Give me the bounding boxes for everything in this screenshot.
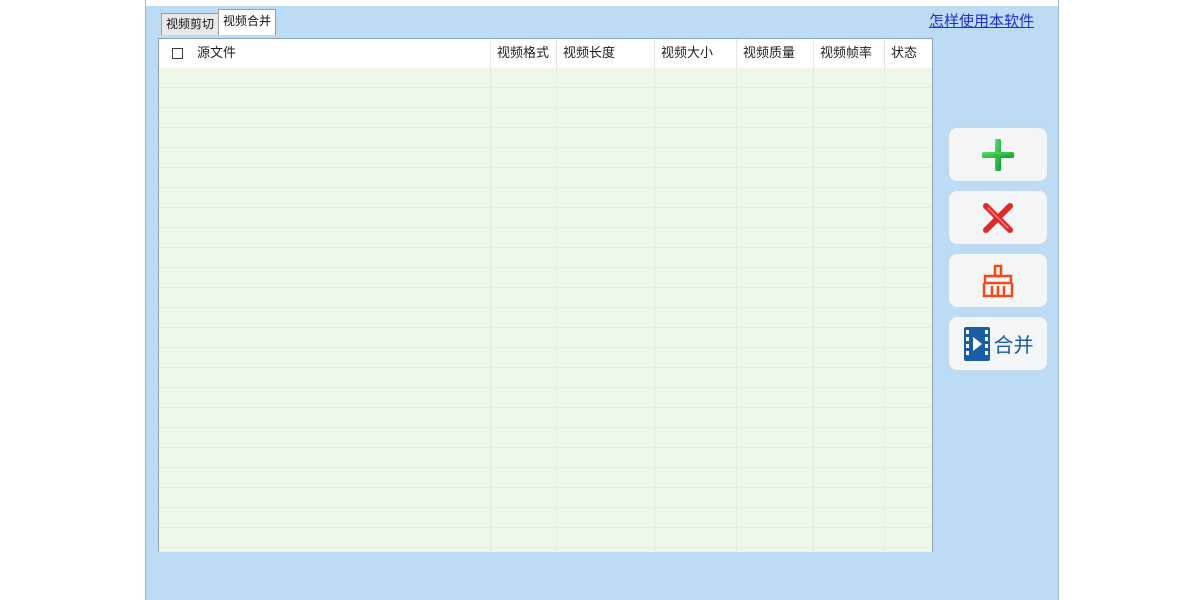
column-video-framerate[interactable]: 视频帧率: [813, 39, 885, 68]
column-source-file[interactable]: 源文件: [191, 39, 491, 68]
film-merge-icon: [963, 326, 990, 361]
column-video-length[interactable]: 视频长度: [556, 39, 655, 68]
file-list-header: 源文件 视频格式 视频长度 视频大小 视频质量 视频帧率 状态: [159, 39, 932, 68]
merge-button[interactable]: 合并: [948, 316, 1048, 371]
clear-icon: [982, 264, 1014, 297]
add-icon: [982, 138, 1014, 171]
select-all-checkbox[interactable]: [172, 48, 183, 59]
tab-video-cut[interactable]: 视频剪切: [161, 13, 220, 35]
remove-file-button[interactable]: [948, 190, 1048, 245]
clear-list-button[interactable]: [948, 253, 1048, 308]
column-divider: [736, 68, 737, 552]
file-list-body[interactable]: [159, 68, 932, 552]
column-status[interactable]: 状态: [884, 39, 932, 68]
column-divider: [490, 68, 491, 552]
help-link[interactable]: 怎样使用本软件: [929, 10, 1034, 31]
column-divider: [556, 68, 557, 552]
column-divider: [884, 68, 885, 552]
app-window: 视频剪切 视频合并 怎样使用本软件 源文件 视频格式 视频长度 视频大小 视频质…: [145, 0, 1059, 600]
add-file-button[interactable]: [948, 127, 1048, 182]
column-divider: [813, 68, 814, 552]
column-video-size[interactable]: 视频大小: [654, 39, 737, 68]
window-top-edge: [146, 0, 1058, 6]
column-video-quality[interactable]: 视频质量: [736, 39, 814, 68]
column-video-format[interactable]: 视频格式: [490, 39, 557, 68]
tab-video-merge[interactable]: 视频合并: [218, 9, 277, 35]
tab-bar: 视频剪切 视频合并: [161, 9, 277, 35]
merge-button-label: 合并: [993, 333, 1034, 357]
file-list: 源文件 视频格式 视频长度 视频大小 视频质量 视频帧率 状态: [158, 38, 933, 552]
column-divider: [654, 68, 655, 552]
delete-icon: [983, 202, 1013, 233]
